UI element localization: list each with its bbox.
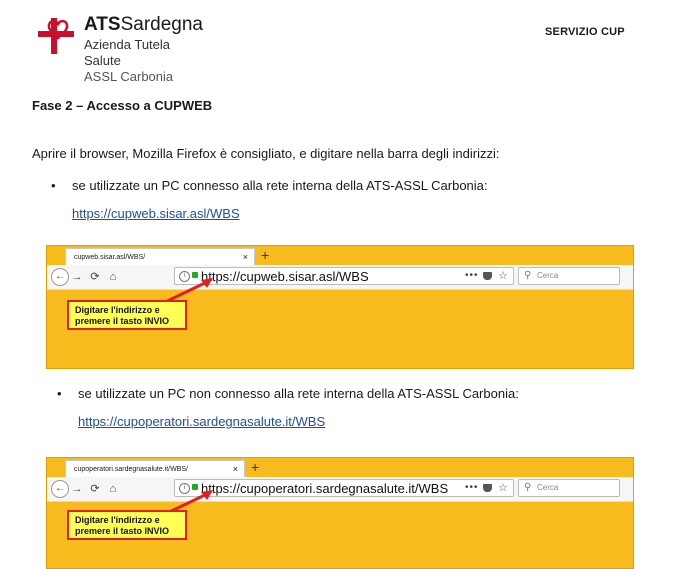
callout-line: Digitare l'indirizzo e [75,515,160,525]
bullet-dot: • [57,386,62,401]
search-placeholder: Cerca [537,271,559,280]
new-tab-icon[interactable]: + [251,459,259,476]
back-icon[interactable]: ← [51,480,69,498]
url-text[interactable]: https://cupweb.sisar.asl/WBS [201,268,369,285]
forward-icon[interactable]: → [69,268,85,286]
browser-tab[interactable]: cupoperatori.sardegnasalute.it/WBS/ × [65,460,245,477]
bullet-internal-network: • se utilizzate un PC connesso alla rete… [51,178,488,193]
browser-screenshot-external: cupoperatori.sardegnasalute.it/WBS/ × + … [46,457,634,569]
logo-cross-heart-icon [38,18,74,54]
ats-logo: ATSSardegna Azienda Tutela Salute ASSL C… [36,14,203,84]
link-internal-url[interactable]: https://cupweb.sisar.asl/WBS [72,206,240,221]
section-title: Fase 2 – Accesso a CUPWEB [32,98,213,113]
browser-navbar: ← → ⟳ ⌂ i https://cupoperatori.sardegnas… [47,477,633,502]
search-icon: ⚲ [524,482,532,493]
search-bar[interactable]: ⚲ Cerca [518,267,620,285]
search-bar[interactable]: ⚲ Cerca [518,479,620,497]
home-icon[interactable]: ⌂ [105,268,121,286]
browser-tabstrip: cupoperatori.sardegnasalute.it/WBS/ × + [47,458,633,477]
instruction-callout: Digitare l'indirizzo e premere il tasto … [67,300,187,330]
bullet-external-network: • se utilizzate un PC non connesso alla … [57,386,519,401]
link-external-url[interactable]: https://cupoperatori.sardegnasalute.it/W… [78,414,325,429]
brand-name: ATSSardegna [84,14,203,35]
search-icon: ⚲ [524,270,532,281]
browser-navbar: ← → ⟳ ⌂ i https://cupweb.sisar.asl/WBS •… [47,265,633,290]
close-icon[interactable]: × [233,461,238,478]
pocket-icon[interactable] [483,272,492,280]
search-placeholder: Cerca [537,483,559,492]
browser-screenshot-internal: cupweb.sisar.asl/WBS/ × + ← → ⟳ ⌂ i http… [46,245,634,369]
tab-title: cupweb.sisar.asl/WBS/ [74,254,146,261]
url-bar[interactable]: i https://cupweb.sisar.asl/WBS ••• ☆ [174,267,514,285]
star-icon[interactable]: ☆ [498,268,508,284]
url-bar[interactable]: i https://cupoperatori.sardegnasalute.it… [174,479,514,497]
reload-icon[interactable]: ⟳ [87,480,103,498]
bullet-text: se utilizzate un PC connesso alla rete i… [72,178,488,193]
callout-line: premere il tasto INVIO [75,316,170,326]
home-icon[interactable]: ⌂ [105,480,121,498]
more-icon[interactable]: ••• [465,480,479,496]
close-icon[interactable]: × [243,249,248,266]
new-tab-icon[interactable]: + [261,247,269,264]
back-icon[interactable]: ← [51,268,69,286]
tab-title: cupoperatori.sardegnasalute.it/WBS/ [74,466,189,473]
url-text[interactable]: https://cupoperatori.sardegnasalute.it/W… [201,480,448,497]
forward-icon[interactable]: → [69,480,85,498]
browser-tabstrip: cupweb.sisar.asl/WBS/ × + [47,246,633,265]
callout-line: Digitare l'indirizzo e [75,305,160,315]
intro-paragraph: Aprire il browser, Mozilla Firefox è con… [32,146,500,161]
more-icon[interactable]: ••• [465,268,479,284]
reload-icon[interactable]: ⟳ [87,268,103,286]
bullet-dot: • [51,178,56,193]
service-label: SERVIZIO CUP [545,26,625,38]
star-icon[interactable]: ☆ [498,480,508,496]
brand-unit: ASSL Carbonia [84,69,174,84]
instruction-callout: Digitare l'indirizzo e premere il tasto … [67,510,187,540]
callout-line: premere il tasto INVIO [75,526,170,536]
bullet-text: se utilizzate un PC non connesso alla re… [78,386,519,401]
pocket-icon[interactable] [483,484,492,492]
brand-subtitle: Azienda Tutela Salute [84,37,171,68]
browser-tab[interactable]: cupweb.sisar.asl/WBS/ × [65,248,255,265]
